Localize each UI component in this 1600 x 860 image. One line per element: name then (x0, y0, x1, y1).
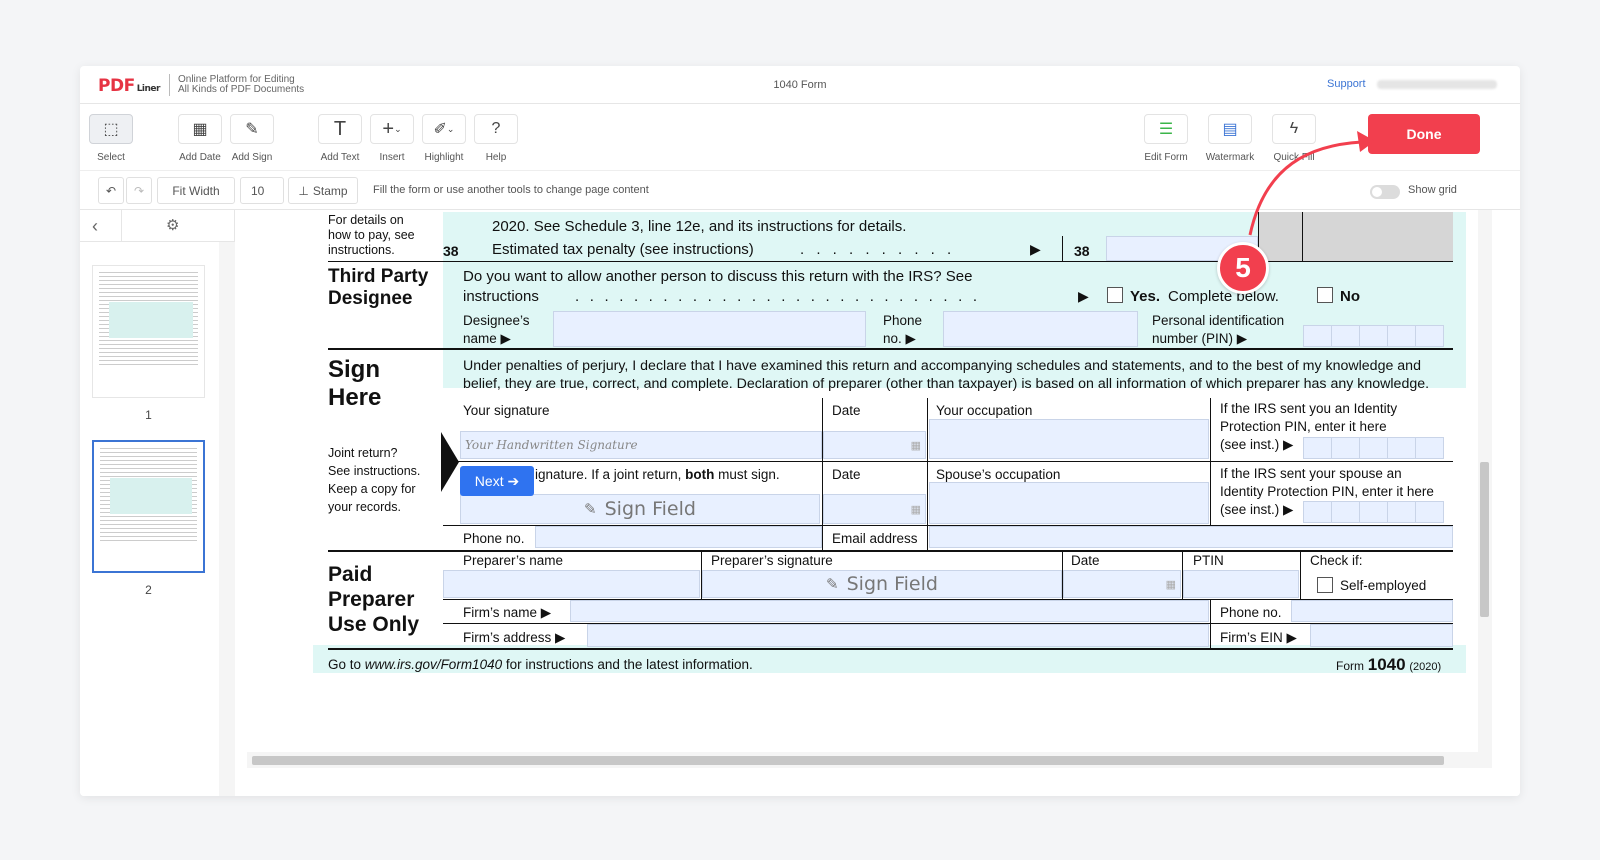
pen-icon: ✎ (230, 114, 274, 144)
page-number-input[interactable]: 10 (240, 177, 284, 204)
edit-form-icon: ☰ (1144, 114, 1188, 144)
lightning-icon: ϟ (1272, 114, 1316, 144)
page-thumbnail-1[interactable] (92, 265, 205, 398)
next-button[interactable]: Next ➔ (460, 466, 534, 496)
watermark-icon: ▤ (1208, 114, 1252, 144)
user-email (1377, 80, 1497, 89)
highlight-tool[interactable]: ✐ ⌄ Highlight (414, 114, 474, 163)
horizontal-scrollbar[interactable] (247, 752, 1492, 768)
sidebar-header: ‹ ⚙ (80, 210, 235, 242)
text-icon: T (318, 114, 362, 144)
document-viewport (235, 210, 1520, 796)
support-link[interactable]: Support (1327, 78, 1366, 90)
secondary-toolbar: ↶ ↷ Fit Width 10 ⊥ Stamp Fill the form or… (80, 170, 1520, 210)
add-sign-tool[interactable]: ✎ Add Sign (222, 114, 282, 163)
add-date-tool[interactable]: ▦ Add Date (170, 114, 230, 163)
insert-tool[interactable]: + ⌄ Insert (362, 114, 422, 163)
undo-icon[interactable]: ↶ (98, 177, 124, 204)
add-text-tool[interactable]: T Add Text (310, 114, 370, 163)
document-title: 1040 Form (773, 79, 827, 91)
page-number-label: 2 (145, 583, 152, 597)
select-tool[interactable]: ⬚ Select (81, 114, 141, 163)
page-thumbnail-2[interactable] (92, 440, 205, 573)
show-grid-label: Show grid (1408, 184, 1457, 196)
show-grid-toggle[interactable] (1370, 185, 1400, 199)
help-tool[interactable]: ? Help (466, 114, 526, 163)
highlighter-icon: ✐ ⌄ (422, 114, 466, 144)
edit-form-tool[interactable]: ☰ Edit Form (1136, 114, 1196, 163)
toolbar: ⬚ Select ▦ Add Date ✎ Add Sign T Add Tex… (80, 104, 1520, 170)
page-settings-icon[interactable]: ⚙ (166, 216, 179, 234)
sidebar-scrollbar[interactable] (219, 242, 235, 796)
hint-text: Fill the form or use another tools to ch… (373, 184, 649, 196)
header: PDF Liner Online Platform for Editing All… (80, 66, 1520, 104)
stamp-icon: ⊥ (298, 183, 309, 198)
page-number-label: 1 (145, 408, 152, 422)
plus-icon: + ⌄ (370, 114, 414, 144)
done-button[interactable]: Done (1368, 114, 1480, 154)
chevron-left-icon[interactable]: ‹ (92, 216, 98, 237)
watermark-tool[interactable]: ▤ Watermark (1200, 114, 1260, 163)
page-thumbnails-sidebar: ‹ ⚙ 1 2 (80, 210, 235, 796)
fit-width-select[interactable]: Fit Width (157, 177, 235, 204)
question-icon: ? (474, 114, 518, 144)
vertical-scrollbar[interactable] (1478, 210, 1492, 752)
calendar-icon: ▦ (178, 114, 222, 144)
cursor-icon: ⬚ (89, 114, 133, 144)
redo-icon[interactable]: ↷ (126, 177, 152, 204)
app-window: PDF Liner Online Platform for Editing All… (80, 66, 1520, 796)
stamp-button[interactable]: ⊥ Stamp (288, 177, 358, 204)
quick-fill-tool[interactable]: ϟ Quick Fill (1264, 114, 1324, 163)
